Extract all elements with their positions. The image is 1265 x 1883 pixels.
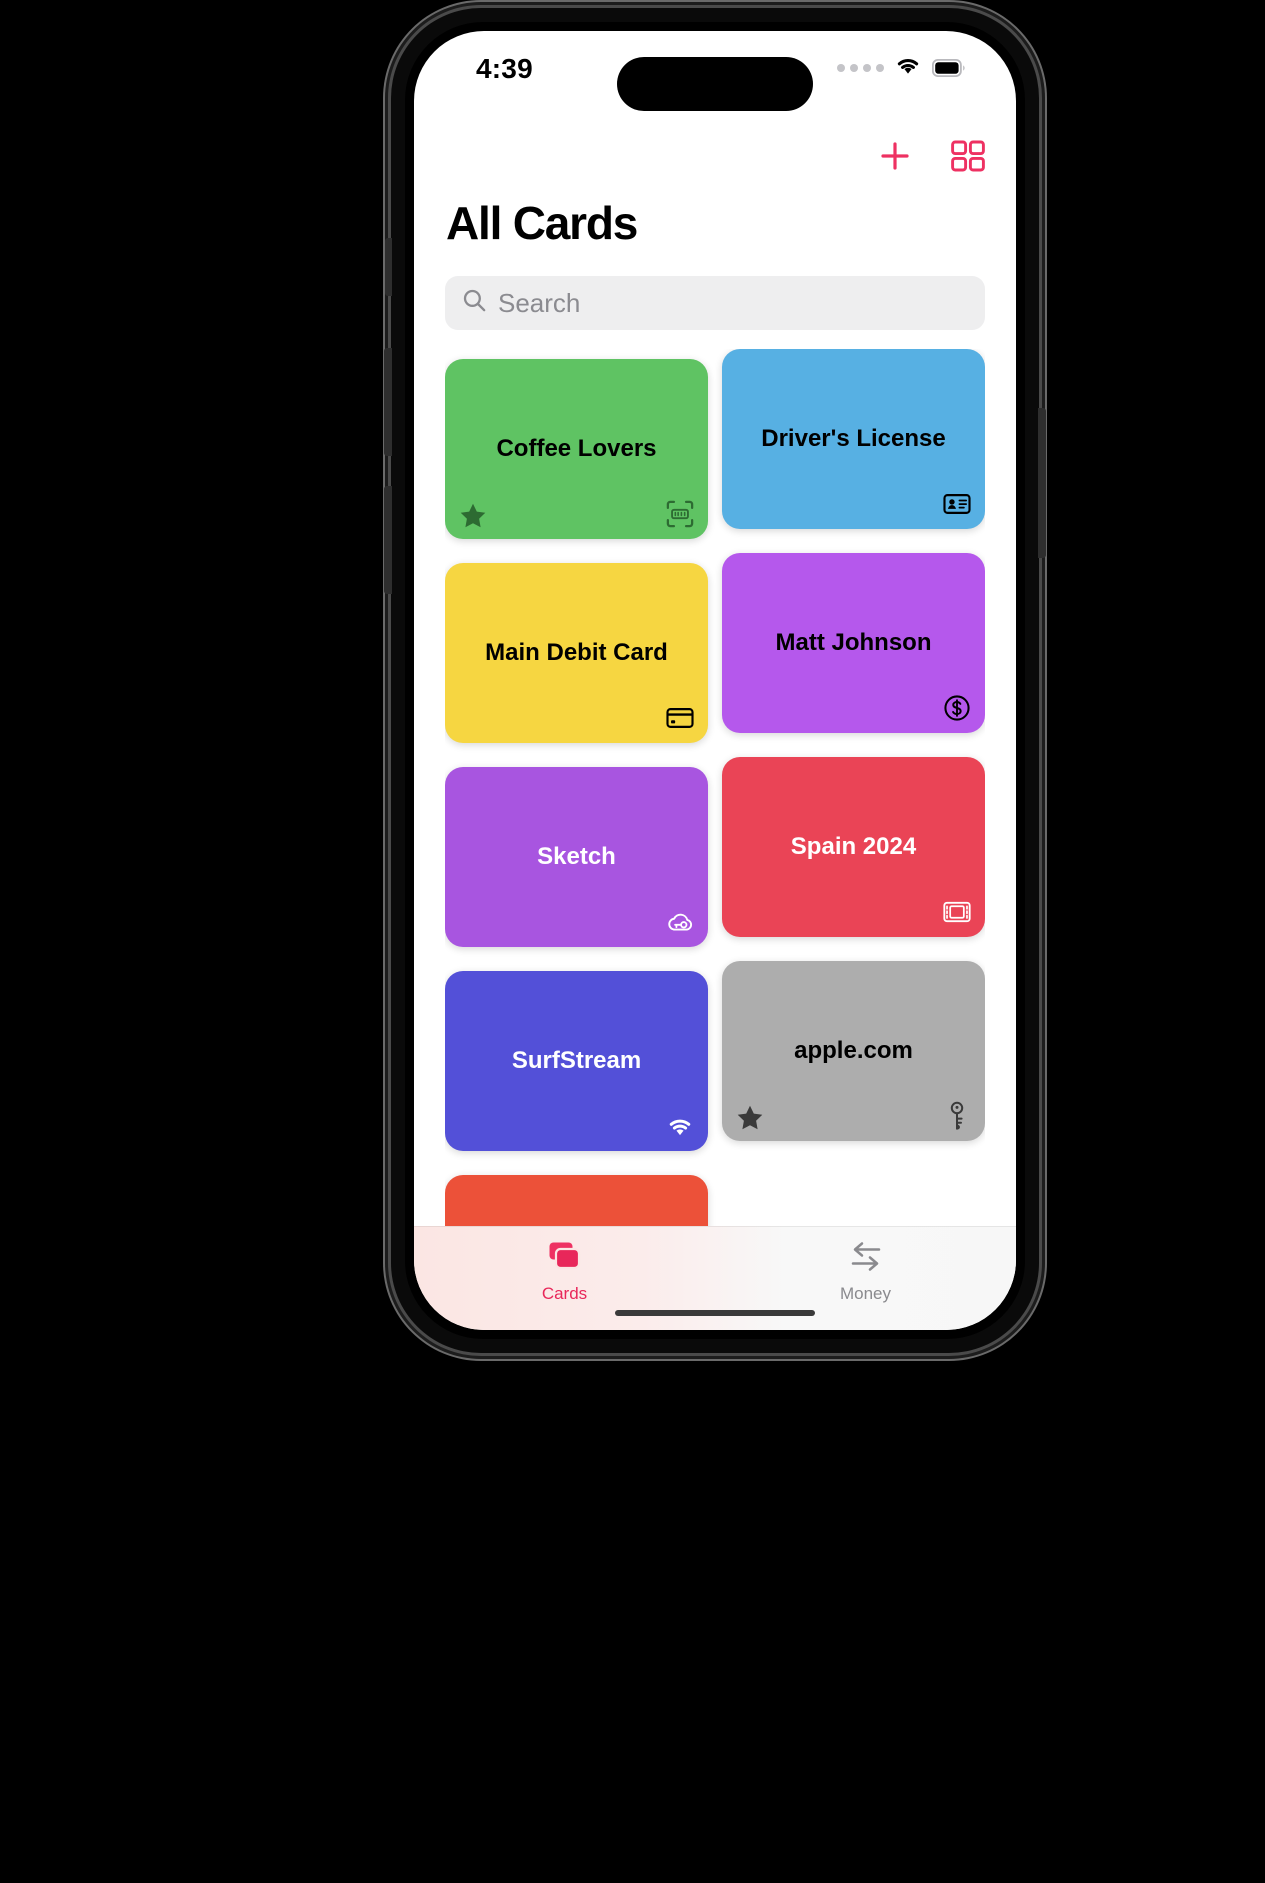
cards-grid: Coffee Lovers Driver's License Main Debi… [445,349,985,1289]
card-title: Matt Johnson [775,629,932,657]
star-icon [736,1104,763,1130]
film-strip-icon [943,898,971,926]
status-indicators [837,55,966,80]
volume-down-button[interactable] [384,486,392,594]
card-tile[interactable]: Driver's License [722,349,985,529]
card-title: Coffee Lovers [496,435,657,463]
star-icon [459,502,486,528]
card-title: Spain 2024 [790,833,917,861]
card-title: Driver's License [761,425,946,453]
wifi-icon [895,55,921,80]
card-title: SurfStream [511,1047,642,1075]
card-tile[interactable]: Matt Johnson [722,553,985,733]
page-title: All Cards [446,197,638,249]
battery-icon [932,58,966,77]
volume-up-button[interactable] [384,348,392,456]
transfer-arrows-icon [846,1240,886,1279]
phone-screen: 4:39 All Cards Search Coffee Lovers Driv… [414,31,1016,1330]
search-bar[interactable] [445,276,985,330]
add-card-button[interactable] [878,139,912,173]
grid-view-button[interactable] [950,139,986,173]
cellular-dots-icon [837,63,884,72]
dollar-circle-icon [943,694,971,722]
search-input[interactable] [498,287,968,319]
wifi-icon [666,1112,694,1140]
card-tile[interactable]: apple.com [722,961,985,1141]
stacked-cards-icon [545,1240,585,1279]
home-indicator[interactable] [615,1310,815,1316]
tab-money-label: Money [839,1284,892,1303]
status-bar: 4:39 [414,31,1016,111]
barcode-scan-icon [666,500,694,528]
dynamic-island [617,57,813,111]
screenshot-canvas: 4:39 All Cards Search Coffee Lovers Driv… [0,0,1265,1883]
card-tile[interactable]: Spain 2024 [722,757,985,937]
id-card-icon [943,490,971,518]
cloud-key-icon [666,908,694,936]
search-icon [462,288,487,318]
card-tile[interactable]: Sketch [445,767,708,947]
silent-switch-button[interactable] [385,238,392,296]
card-title: Main Debit Card [485,639,668,667]
card-title: apple.com [794,1037,913,1065]
phone-device-frame: 4:39 All Cards Search Coffee Lovers Driv… [384,8,1046,1353]
status-time: 4:39 [476,53,533,84]
tab-cards-label: Cards [541,1284,588,1303]
credit-card-icon [666,704,694,732]
card-tile[interactable]: Coffee Lovers [445,359,708,539]
nav-action-bar [878,139,986,173]
card-tile[interactable]: SurfStream [445,971,708,1151]
key-icon [943,1101,971,1130]
card-tile[interactable]: Main Debit Card [445,563,708,743]
power-button[interactable] [1038,408,1046,558]
card-title: Sketch [537,843,616,871]
phone-bezel: 4:39 All Cards Search Coffee Lovers Driv… [405,22,1025,1339]
